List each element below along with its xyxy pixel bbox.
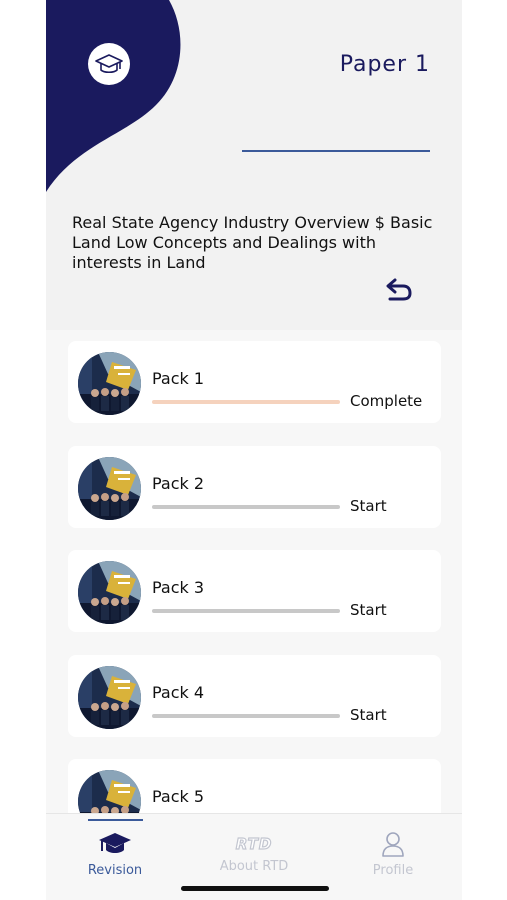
pack-name: Pack 3 xyxy=(152,578,205,597)
pack-card[interactable]: Pack 5 xyxy=(68,759,441,813)
pack-thumbnail xyxy=(78,561,141,624)
header-blob xyxy=(46,0,181,192)
pack-start-button[interactable]: Start xyxy=(350,601,387,619)
tab-revision-label: Revision xyxy=(87,863,143,878)
pack-name: Pack 2 xyxy=(152,473,205,493)
tab-profile-label: Profile xyxy=(372,863,414,878)
app-screen: Paper 1 Real State Agency Industry Overv… xyxy=(46,0,462,900)
pack-name: Pack 5 xyxy=(152,787,205,806)
home-indicator xyxy=(181,886,329,891)
pack-card[interactable]: Pack 1 Complete xyxy=(68,341,441,423)
title-underline xyxy=(242,150,430,152)
pack-start-button[interactable]: Start xyxy=(350,706,387,724)
pack-name: Pack 1 xyxy=(152,369,205,388)
pack-thumbnail xyxy=(78,352,141,415)
pack-thumbnail xyxy=(78,770,141,813)
tab-about-rtd[interactable]: RTD About RTD xyxy=(185,814,323,894)
tab-revision[interactable]: Revision xyxy=(46,814,184,894)
pack-card[interactable]: Pack 2 Start xyxy=(68,445,441,528)
pack-thumbnail xyxy=(78,456,141,520)
graduation-cap-icon xyxy=(98,831,132,857)
pack-list[interactable]: Pack 1 Complete Pack 2 Start Pack 3 Start Pack… xyxy=(46,330,462,813)
back-button[interactable] xyxy=(382,272,416,306)
pack-name: Pack 4 xyxy=(152,682,205,702)
page-title: Paper 1 xyxy=(339,52,430,77)
graduation-cap-icon xyxy=(95,54,123,74)
pack-progress-bar xyxy=(152,609,340,613)
pack-progress-bar xyxy=(152,504,340,509)
paper-description: Real State Agency Industry Overview $ Ba… xyxy=(72,213,433,272)
undo-arrow-icon xyxy=(386,278,412,301)
header: Paper 1 Real State Agency Industry Overv… xyxy=(46,0,462,330)
pack-thumbnail xyxy=(78,665,141,729)
pack-card[interactable]: Pack 3 Start xyxy=(68,550,441,632)
pack-progress-bar xyxy=(152,713,340,718)
pack-progress-fill xyxy=(152,400,340,404)
rtd-logo-icon: RTD xyxy=(235,831,273,857)
pack-status-complete: Complete xyxy=(350,392,423,410)
user-icon xyxy=(381,831,405,857)
logo-badge xyxy=(88,43,130,85)
pack-progress-bar xyxy=(152,400,340,404)
tab-about-label: About RTD xyxy=(219,859,289,874)
rtd-logo-text: RTD xyxy=(235,834,273,853)
pack-card[interactable]: Pack 4 Start xyxy=(68,654,441,737)
pack-start-button[interactable]: Start xyxy=(350,497,387,515)
tab-profile[interactable]: Profile xyxy=(324,814,462,894)
